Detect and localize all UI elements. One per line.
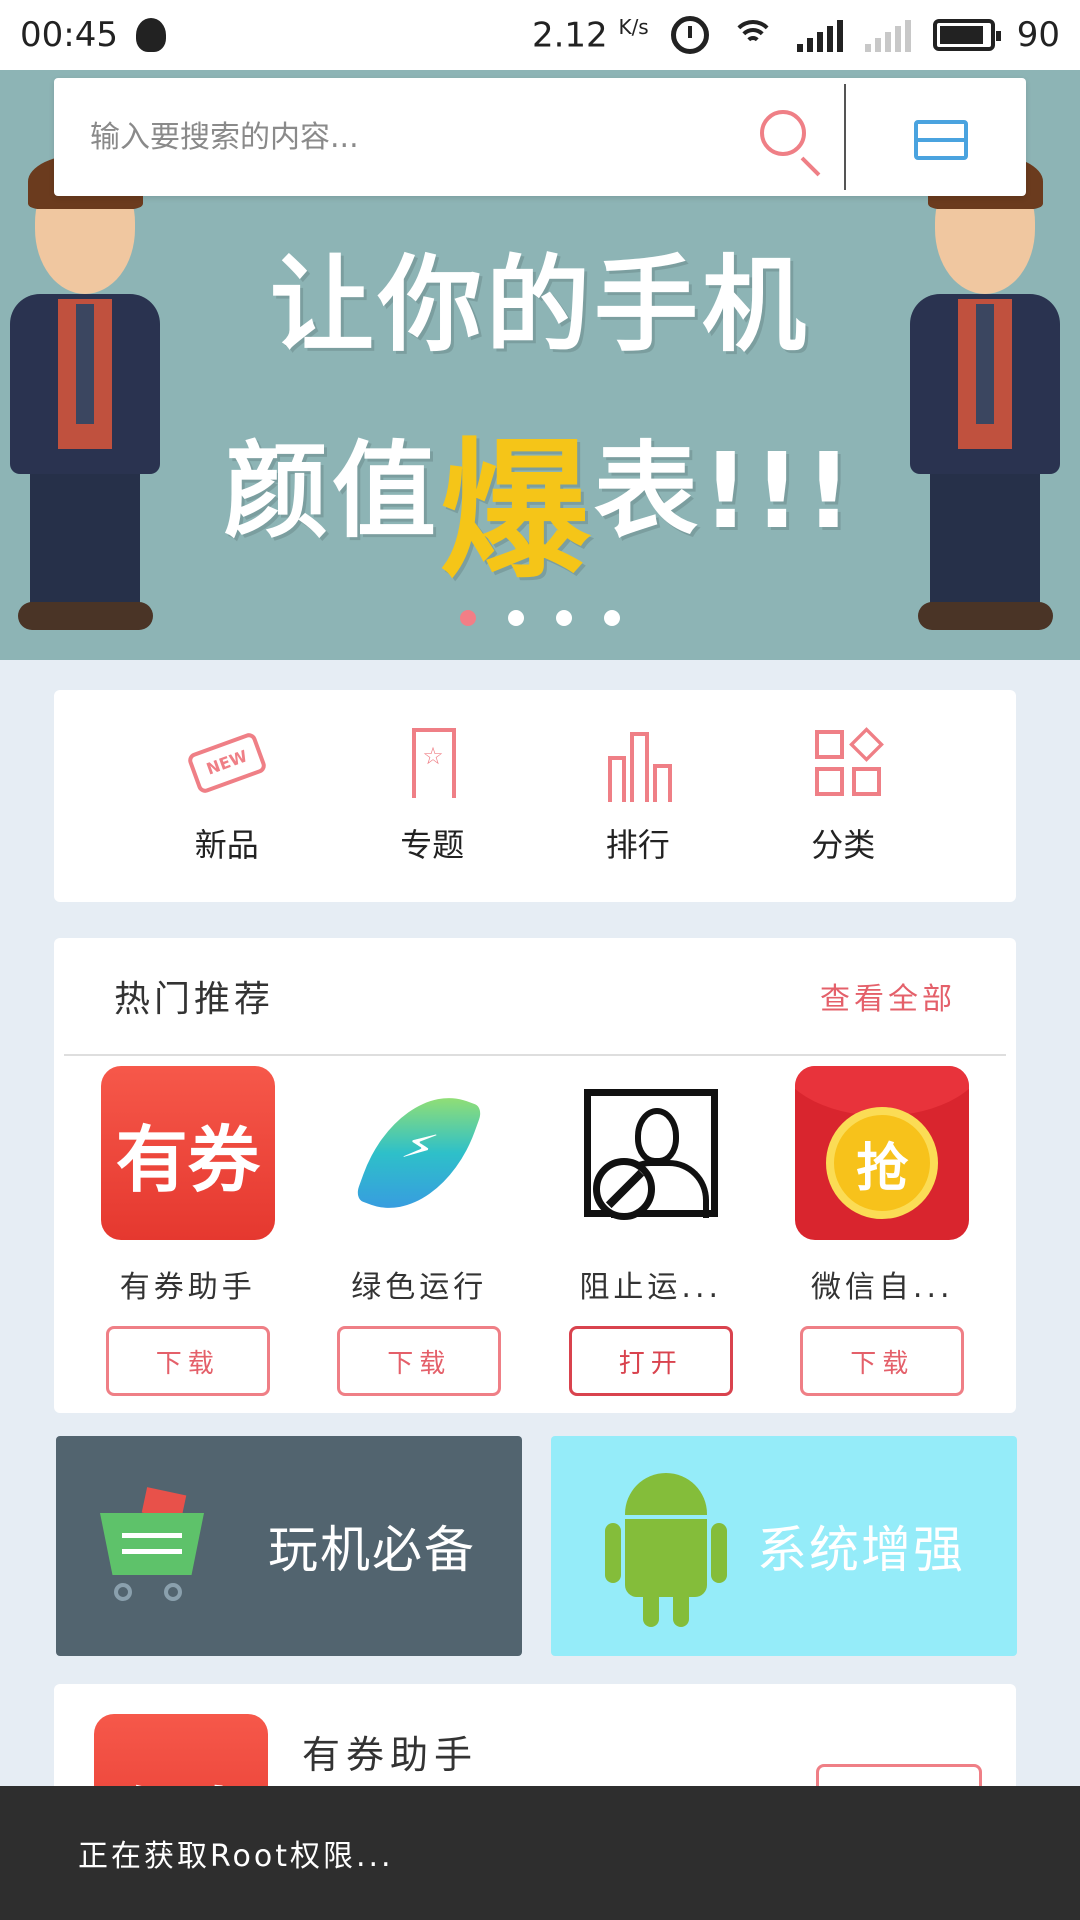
battery-level: 90 [1016,14,1060,55]
search-input[interactable] [54,78,724,196]
banner-dot-3[interactable] [556,610,572,626]
app-name: 微信自... [810,1270,954,1305]
app-name: 阻止运... [579,1270,723,1305]
tile-essentials-label: 玩机必备 [268,1521,476,1579]
app-item[interactable]: 绿色运行 下载 [319,1066,519,1396]
nav-category[interactable]: 分类 [763,726,923,866]
banner-dot-1[interactable] [460,610,476,626]
view-all-link[interactable]: 查看全部 [820,974,956,1018]
app-name: 绿色运行 [351,1270,488,1305]
hot-app-list: 有券 有券助手 下载 绿色运行 下载 阻止运... 打开 抢 微信自... 下载 [54,1056,1016,1396]
hot-recommend-header: 热门推荐 查看全部 [64,938,1006,1056]
hot-recommend-section: 热门推荐 查看全部 有券 有券助手 下载 绿色运行 下载 阻止运... 打开 抢… [54,938,1016,1413]
coupon-app-icon[interactable]: 有券 [100,1066,275,1240]
nav-category-label: 分类 [811,826,876,864]
qq-icon [135,18,166,52]
alarm-icon [670,15,709,54]
grid-category-icon [803,726,885,802]
wifi-icon [730,18,775,52]
android-icon [605,1461,727,1631]
new-tag-icon: NEW [185,726,268,802]
signal-icon [796,18,843,52]
tile-system-enhance[interactable]: 系统增强 [551,1436,1017,1656]
toast-message: 正在获取Root权限... [0,1786,1080,1920]
search-icon[interactable] [724,78,844,196]
quick-nav: NEW 新品 专题 排行 分类 [54,690,1016,902]
nav-new-label: 新品 [194,826,259,864]
red-packet-icon[interactable]: 抢 [795,1066,970,1240]
app-item[interactable]: 阻止运... 打开 [551,1066,751,1396]
search-bar [54,78,1026,196]
banner-headline-line1: 让你的手机 [269,244,810,366]
banner-pagination [0,610,1080,626]
download-button[interactable]: 下载 [800,1326,965,1396]
tile-system-enhance-label: 系统增强 [757,1521,965,1579]
banner-dot-2[interactable] [508,610,524,626]
status-time: 00:45 [20,15,118,55]
app-item[interactable]: 有券 有券助手 下载 [88,1066,288,1396]
banner-dot-4[interactable] [604,610,620,626]
nav-topics[interactable]: 专题 [352,726,512,866]
tile-essentials[interactable]: 玩机必备 [56,1436,522,1656]
nav-ranking-label: 排行 [605,826,670,864]
leaf-bolt-icon[interactable] [332,1066,507,1240]
inbox-icon[interactable] [846,78,1026,196]
nav-new[interactable]: NEW 新品 [147,726,307,866]
status-bar: 00:45 2.12 K/s 90 [0,0,1080,70]
hot-recommend-title: 热门推荐 [114,979,275,1020]
battery-icon [932,18,1001,51]
nav-ranking[interactable]: 排行 [558,726,718,866]
download-button[interactable]: 下载 [337,1326,502,1396]
cart-icon [86,1487,216,1601]
app-item[interactable]: 抢 微信自... 下载 [782,1066,982,1396]
block-contact-icon[interactable] [563,1066,738,1240]
download-button[interactable]: 下载 [105,1326,270,1396]
signal-secondary-icon [864,18,911,52]
bookmark-star-icon [392,726,472,802]
banner-headline-line2: 颜值爆表!!! [223,425,857,599]
app-name: 有券助手 [119,1270,256,1305]
open-button[interactable]: 打开 [568,1326,733,1396]
list-app-name: 有券助手 [302,1733,479,1777]
bar-rank-icon [598,726,678,802]
toast-text: 正在获取Root权限... [78,1839,394,1874]
nav-topics-label: 专题 [400,826,465,864]
net-speed: 2.12 K/s [531,14,649,56]
